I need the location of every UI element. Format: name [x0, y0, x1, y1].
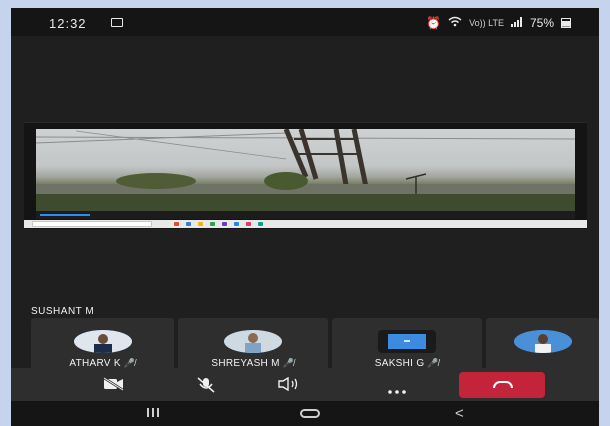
phone-screen: 12:32 ⏰ Vo)) LTE 75% SUSHANT M ATHARV K … — [11, 8, 599, 426]
shared-video[interactable] — [36, 129, 575, 211]
status-bar: 12:32 ⏰ Vo)) LTE 75% — [11, 8, 599, 36]
battery-level: 75% — [529, 16, 554, 30]
network-type-label: Vo)) LTE — [469, 18, 504, 28]
end-call-button[interactable] — [459, 372, 545, 398]
wifi-icon — [448, 16, 462, 30]
participant-strip[interactable]: ATHARV K 🎤̸ SHREYASH M 🎤̸ SAKSHI G 🎤̸ — [11, 318, 599, 374]
system-nav-bar: < — [11, 401, 599, 426]
avatar — [513, 330, 572, 353]
status-icons: ⏰ Vo)) LTE 75% — [426, 16, 571, 30]
avatar — [73, 330, 132, 353]
participant-tile[interactable] — [486, 318, 599, 374]
participant-tile[interactable]: ATHARV K 🎤̸ — [31, 318, 174, 374]
more-icon[interactable] — [387, 381, 407, 399]
avatar — [224, 330, 282, 353]
shared-screen[interactable] — [24, 122, 587, 229]
end-call-icon — [493, 381, 513, 388]
mic-off-icon[interactable] — [196, 377, 216, 398]
call-toolbar — [11, 368, 599, 401]
status-time: 12:32 — [49, 16, 87, 31]
video-off-icon[interactable] — [103, 376, 125, 396]
avatar — [378, 330, 436, 353]
participant-tile[interactable]: SHREYASH M 🎤̸ — [178, 318, 328, 374]
taskbar-apps — [174, 222, 263, 226]
taskbar-search — [32, 221, 152, 227]
presenter-name: SUSHANT M — [31, 306, 95, 317]
recent-apps-button[interactable] — [147, 408, 159, 417]
gallery-notification-icon — [111, 18, 123, 27]
alarm-icon: ⏰ — [426, 16, 442, 30]
speaker-icon[interactable] — [277, 376, 301, 396]
signal-icon — [510, 16, 523, 30]
battery-icon — [561, 18, 571, 28]
back-button[interactable]: < — [455, 405, 464, 422]
shared-taskbar — [24, 220, 587, 228]
participant-tile[interactable]: SAKSHI G 🎤̸ — [332, 318, 482, 374]
video-progress[interactable] — [40, 214, 90, 216]
home-button[interactable] — [300, 409, 320, 418]
video-controls[interactable] — [36, 211, 575, 219]
